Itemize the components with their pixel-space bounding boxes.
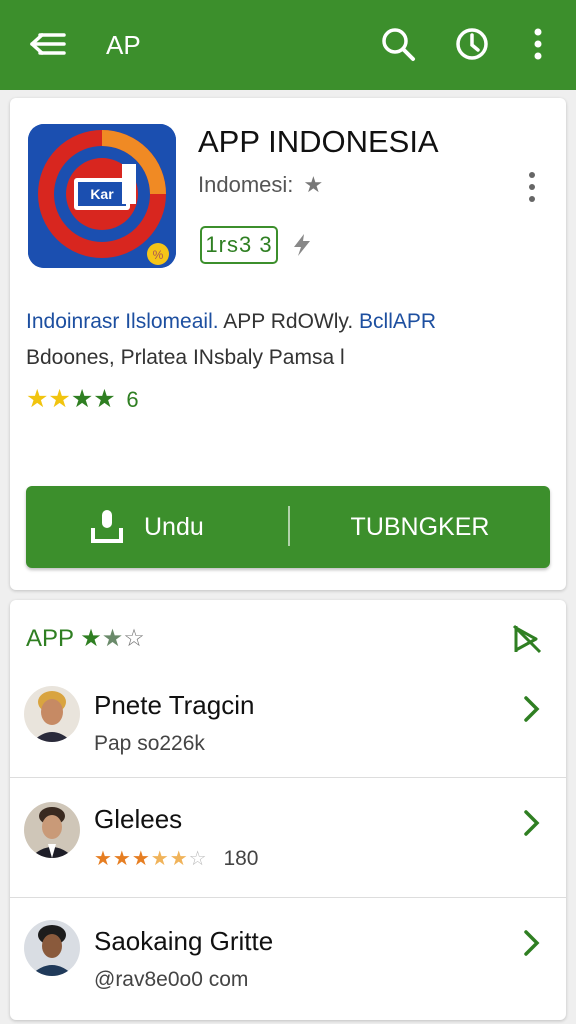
avatar	[24, 920, 80, 976]
app-logo-icon[interactable]: Kar %	[28, 124, 176, 268]
reviews-header: APP ★★☆	[26, 624, 145, 653]
search-icon[interactable]	[378, 24, 418, 64]
developer-name: Indomesi:	[198, 172, 294, 197]
app-logo-text: Kar	[90, 186, 114, 202]
menu-back-icon[interactable]	[28, 26, 68, 62]
download-icon	[90, 508, 124, 544]
more-vert-icon[interactable]	[518, 24, 558, 64]
review-item[interactable]: Glelees ★★★★★☆ 180	[10, 778, 566, 893]
app-bar-title: AP	[106, 30, 141, 60]
rating-value: 6	[126, 387, 139, 412]
app-more-icon[interactable]	[522, 170, 542, 204]
review-item[interactable]: Saokaing Gritte @rav8e0o0 com	[10, 898, 566, 1013]
reviewer-subtitle: @rav8e0o0 com	[94, 968, 249, 991]
download-button[interactable]: Undu	[26, 486, 288, 568]
app-rating: ★★★★ 6	[26, 384, 139, 414]
review-item[interactable]: Pnete Tragcin Pap so226k	[10, 664, 566, 779]
reviewer-rating: ★★★★★☆ 180	[94, 846, 258, 871]
rating-count: 180	[223, 847, 259, 870]
avatar	[24, 686, 80, 742]
app-name: APP INDONESIA	[198, 124, 439, 159]
app-description-line2: Bdoones, Prlatea INsbaly Pamsa l	[26, 346, 345, 369]
star-icon: ★	[93, 385, 116, 413]
reviewer-name: Pnete Tragcin	[94, 690, 255, 720]
rating-stars: ★★★★★☆	[94, 848, 208, 870]
app-details-card: Kar % APP INDONESIA Indomesi: ★ 1rs3 3 I…	[10, 98, 566, 590]
reviews-card: APP ★★☆ Pnete Tragcin Pap so226k Glelees…	[10, 600, 566, 1020]
star-icon: ★	[80, 625, 102, 652]
star-icon: ★	[26, 385, 49, 413]
star-empty-icon: ☆	[123, 625, 145, 652]
svg-text:%: %	[153, 248, 164, 262]
flash-icon	[290, 232, 314, 258]
content-rating-badge: 1rs3 3	[200, 226, 278, 264]
developer-star-icon: ★	[303, 172, 324, 197]
chevron-right-icon[interactable]	[518, 808, 544, 838]
star-icon: ★	[101, 625, 124, 652]
app-bar: AP	[0, 0, 576, 90]
app-description-line1: Indoinrasr Ilslomeail. APP RdOWly. BcllA…	[26, 310, 437, 333]
star-icon: ★	[48, 385, 71, 413]
chevron-right-icon[interactable]	[518, 694, 544, 724]
history-icon[interactable]	[452, 24, 492, 64]
download-label: Undu	[144, 513, 204, 541]
star-icon: ★	[70, 385, 94, 413]
action-bar: Undu TUBNGKER	[26, 486, 550, 568]
secondary-action-button[interactable]: TUBNGKER	[290, 486, 550, 568]
reviews-title: APP	[26, 625, 74, 652]
avatar	[24, 802, 80, 858]
flag-icon[interactable]	[510, 622, 544, 656]
chevron-right-icon[interactable]	[518, 928, 544, 958]
developer-row[interactable]: Indomesi: ★	[198, 172, 323, 198]
reviewer-name: Saokaing Gritte	[94, 926, 274, 956]
reviewer-subtitle: Pap so226k	[94, 732, 205, 755]
reviewer-name: Glelees	[94, 804, 183, 834]
